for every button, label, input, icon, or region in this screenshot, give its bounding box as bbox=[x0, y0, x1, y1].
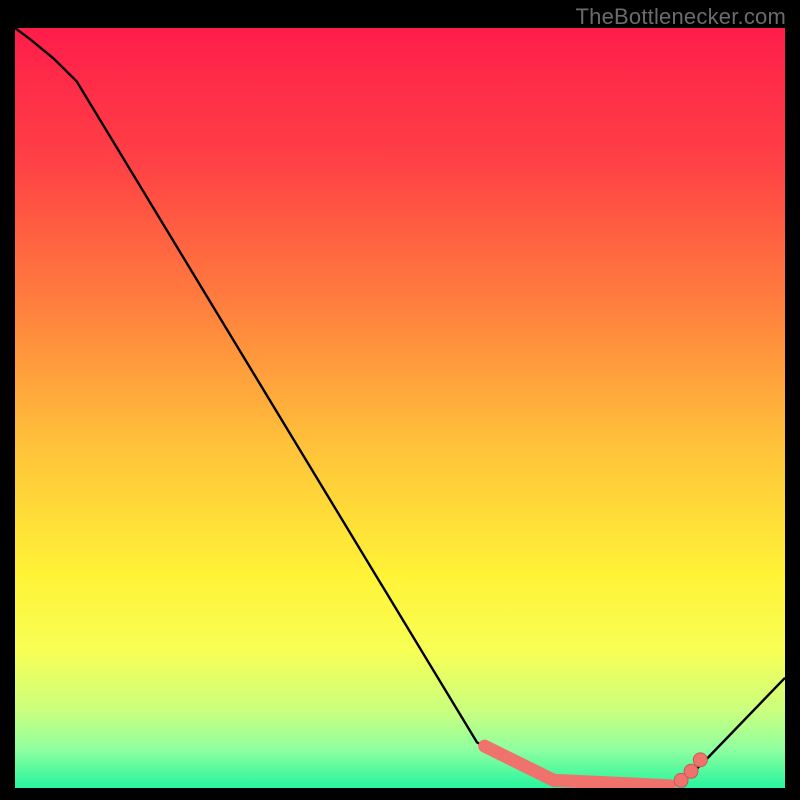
marker-dot bbox=[693, 753, 707, 767]
bottleneck-chart bbox=[15, 28, 785, 788]
watermark-text: TheBottlenecker.com bbox=[576, 4, 786, 30]
marker-dot bbox=[684, 764, 698, 778]
gradient-background bbox=[15, 28, 785, 788]
chart-frame: TheBottlenecker.com bbox=[0, 0, 800, 800]
marker-segment bbox=[554, 780, 670, 785]
chart-svg bbox=[15, 28, 785, 788]
